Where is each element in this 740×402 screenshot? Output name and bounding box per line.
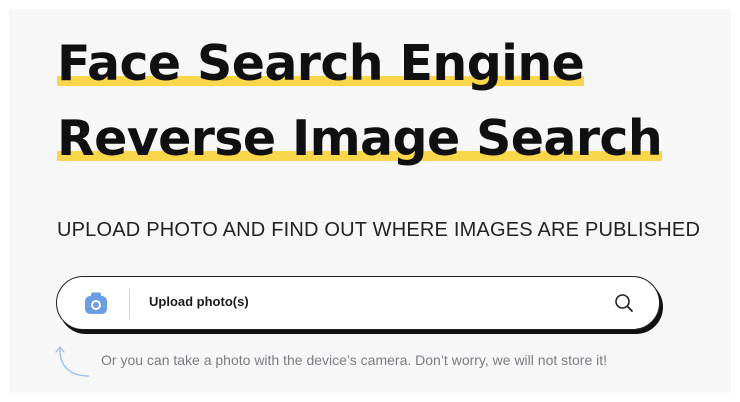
search-icon[interactable] [613,292,635,314]
hero-title-line-2-text: Reverse Image Search [57,110,663,167]
camera-hint-text: Or you can take a photo with the device’… [101,352,608,368]
hero-title-line-1: Face Search Engine [57,34,585,94]
hero-title-line-2: Reverse Image Search [57,109,663,169]
search-bar-divider [129,289,130,319]
camera-icon[interactable] [83,290,109,316]
subtitle: UPLOAD PHOTO AND FIND OUT WHERE IMAGES A… [57,219,701,241]
upload-search-bar[interactable]: Upload photo(s) [56,276,660,330]
curved-arrow-icon [55,346,90,377]
upload-photos-button[interactable]: Upload photo(s) [149,294,249,309]
hero-title-line-1-text: Face Search Engine [57,35,585,92]
